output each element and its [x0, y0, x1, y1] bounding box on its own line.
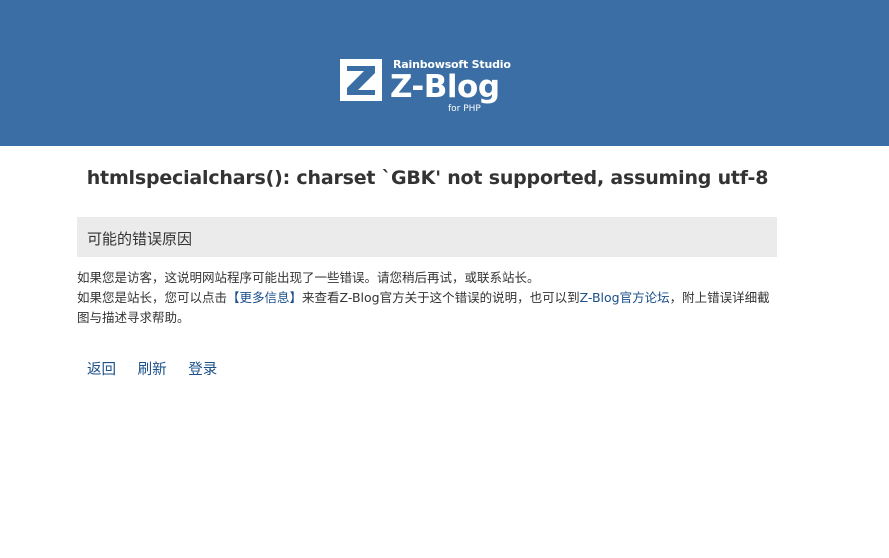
refresh-link[interactable]: 刷新: [138, 362, 167, 378]
error-message-title: htmlspecialchars(): charset `GBK' not su…: [86, 167, 769, 189]
back-link[interactable]: 返回: [87, 362, 116, 378]
error-reason-heading: 可能的错误原因: [87, 230, 193, 248]
more-info-link[interactable]: 【更多信息】: [227, 290, 302, 305]
error-description: 如果您是访客，这说明网站程序可能出现了一些错误。请您稍后再试，或联系站长。 如果…: [77, 268, 777, 328]
logo-subtitle-text: for PHP: [448, 104, 481, 114]
z-logo-icon: [340, 59, 382, 101]
error-actions: 返回 刷新 登录: [87, 358, 234, 379]
logo-name-text: Z-Blog: [390, 69, 500, 105]
header-banner: Rainbowsoft Studio Z-Blog for PHP: [0, 0, 889, 146]
error-reason-panel: 可能的错误原因: [77, 217, 777, 257]
admin-explanation-middle: 来查看Z-Blog官方关于这个错误的说明，也可以到: [302, 290, 580, 305]
admin-explanation-prefix: 如果您是站长，您可以点击: [77, 290, 228, 305]
login-link[interactable]: 登录: [188, 362, 217, 378]
visitor-explanation: 如果您是访客，这说明网站程序可能出现了一些错误。请您稍后再试，或联系站长。: [77, 270, 540, 285]
admin-explanation: 如果您是站长，您可以点击【更多信息】来查看Z-Blog官方关于这个错误的说明，也…: [77, 288, 777, 328]
official-forum-link[interactable]: Z-Blog官方论坛: [580, 290, 670, 305]
zblog-logo: Rainbowsoft Studio Z-Blog for PHP: [340, 58, 522, 118]
